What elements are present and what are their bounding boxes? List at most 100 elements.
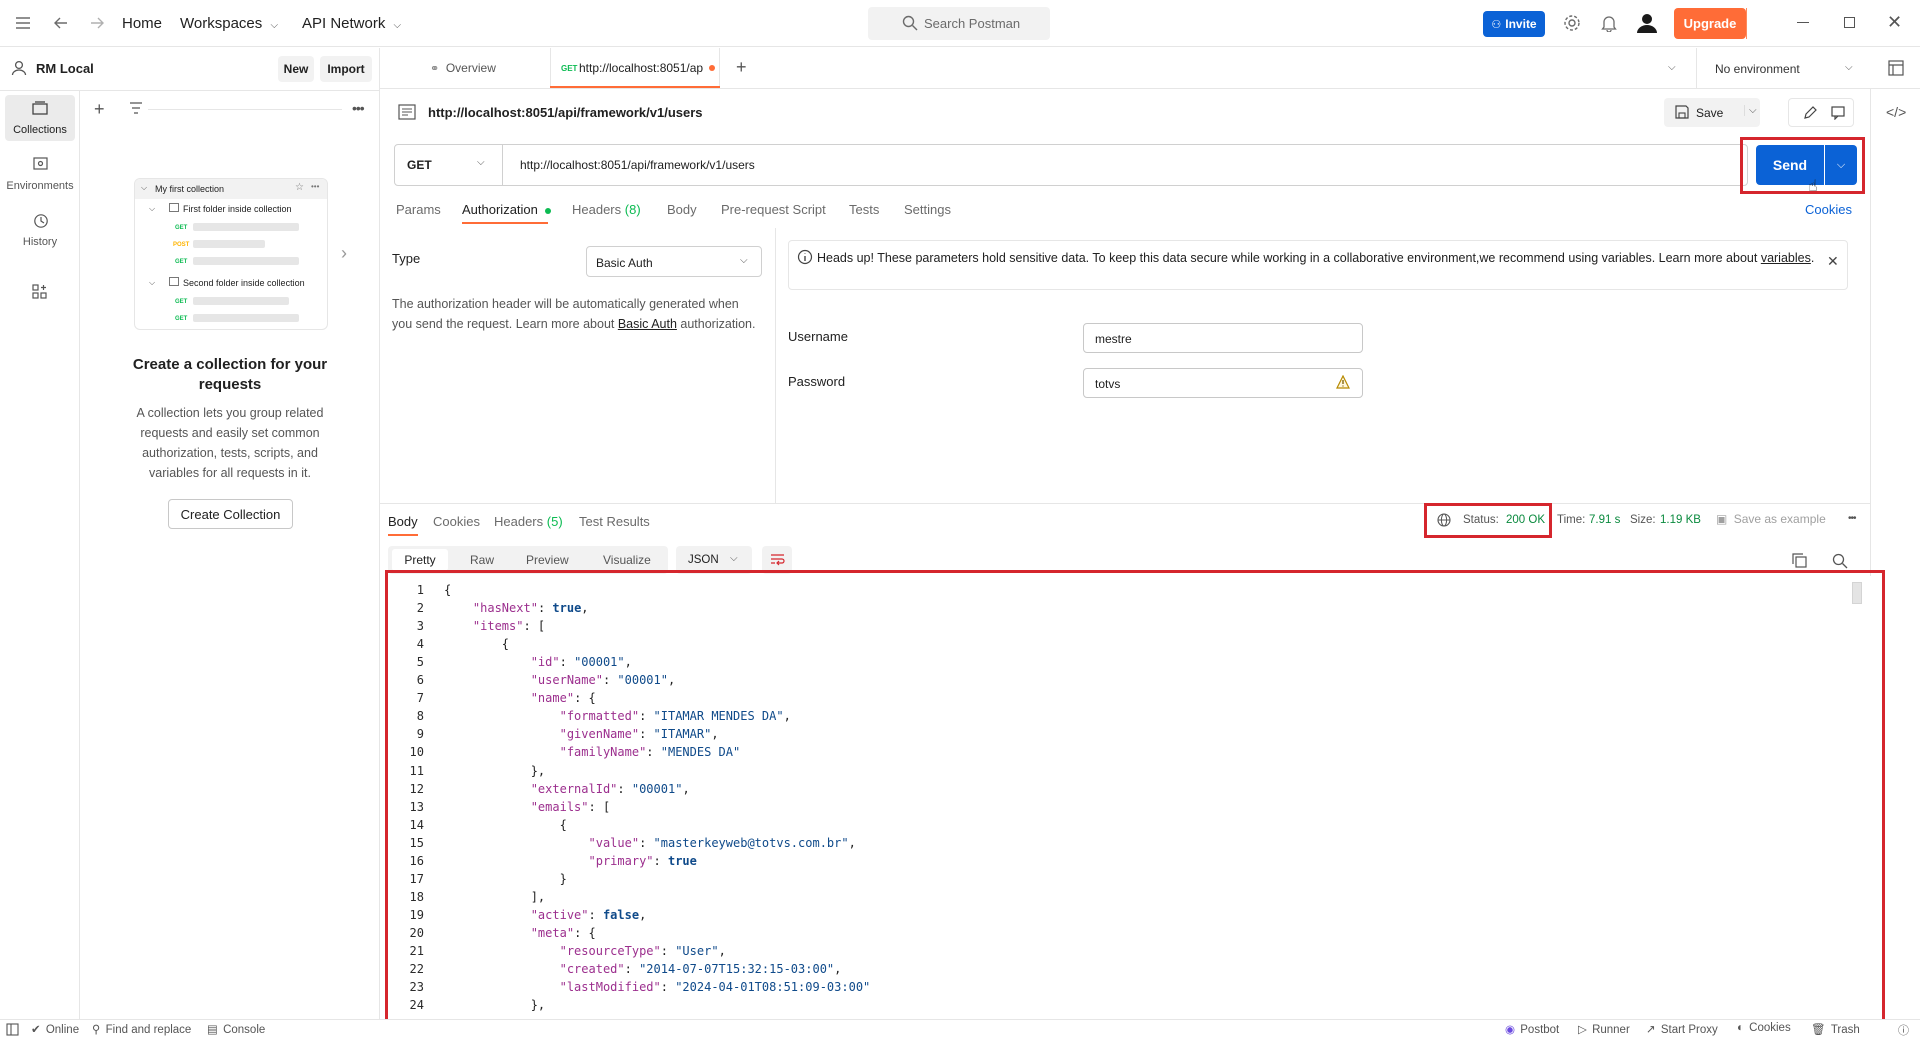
filter-icon[interactable] [129,102,143,117]
line-number: 22 [409,962,424,977]
overview-icon: ⚭ [430,63,440,75]
response-tab-test-results[interactable]: Test Results [579,514,650,529]
find-replace-button[interactable]: ⚲ Find and replace [92,1022,191,1036]
start-proxy-button[interactable]: ↗ Start Proxy [1646,1022,1718,1036]
tabs-dropdown-icon[interactable]: ⌵ [1668,62,1676,73]
environment-selector[interactable]: No environment ⌵ [1696,48,1896,89]
close-icon[interactable]: ✕ [1827,253,1839,270]
more-options-icon[interactable]: ••• [1848,513,1856,524]
tab-overview[interactable]: ⚭ Overview [430,60,496,75]
view-pretty[interactable]: Pretty [392,549,448,571]
tab-overview-label: Overview [445,61,496,75]
console-button[interactable]: ▤ Console [207,1022,265,1036]
bell-icon[interactable] [1601,14,1617,35]
save-as-example-button[interactable]: ▣ Save as example [1716,512,1826,526]
view-raw[interactable]: Raw [470,553,494,567]
menu-icon[interactable] [14,14,32,32]
preview-skeleton-line [193,297,289,305]
response-tab-cookies[interactable]: Cookies [433,514,480,529]
tab-headers[interactable]: Headers (8) [572,202,641,217]
workspaces-menu[interactable]: Workspaces ⌵ [180,15,278,32]
code-line: "active": false, [530,907,647,922]
postbot-button[interactable]: ◉ Postbot [1505,1022,1559,1036]
workspace-name[interactable]: RM Local [36,61,94,76]
create-collection-button[interactable]: Create Collection [168,499,293,529]
configure-sidebar-icon[interactable] [32,284,47,302]
avatar[interactable] [1636,12,1658,37]
notice-text: Heads up! These parameters hold sensitiv… [817,249,1817,267]
username-field[interactable]: mestre [1083,323,1363,353]
auth-type-select[interactable]: Basic Auth ⌵ [586,246,762,277]
variables-link[interactable]: variables [1761,251,1811,265]
new-button[interactable]: New [278,56,314,82]
folder-icon [169,277,179,286]
collection-search-input[interactable] [148,109,342,110]
time-value[interactable]: 7.91 s [1589,514,1620,526]
sidebar-item-label: Collections [13,124,67,136]
minimize-icon[interactable] [1797,22,1809,23]
environment-quick-look-icon[interactable] [1888,60,1904,79]
more-options-icon[interactable]: ••• [352,100,365,116]
upgrade-button[interactable]: Upgrade [1674,8,1746,39]
url-input[interactable]: http://localhost:8051/api/framework/v1/u… [520,158,755,172]
home-link[interactable]: Home [122,15,162,32]
trash-label: Trash [1830,1024,1860,1036]
add-collection-icon[interactable]: + [94,99,105,120]
size-value[interactable]: 1.19 KB [1660,514,1701,526]
save-as-example-label: Save as example [1733,512,1826,526]
line-number: 12 [409,781,424,796]
chevron-down-icon: ⌵ [149,278,156,287]
save-label: Save [1696,106,1724,120]
preview-method-post: POST [173,242,190,248]
new-tab-icon[interactable]: + [736,57,747,78]
tab-tests[interactable]: Tests [849,202,879,217]
tab-request[interactable]: GET http://localhost:8051/ap [550,48,720,89]
sidebar-item-collections[interactable]: Collections [5,95,75,141]
cookies-link[interactable]: Cookies [1805,202,1852,217]
gear-icon[interactable] [1563,14,1581,35]
import-button[interactable]: Import [320,56,372,82]
proxy-icon: ↗ [1646,1024,1656,1036]
tab-prerequest[interactable]: Pre-request Script [721,202,826,217]
invite-button[interactable]: ⚇ Invite [1483,11,1545,37]
tab-params[interactable]: Params [396,202,441,217]
sidebar-item-environments[interactable]: Environments [5,152,75,198]
chevron-right-icon[interactable]: › [341,243,347,264]
close-icon[interactable]: ✕ [1887,12,1902,33]
cursor-hand-icon: ☝ [1808,178,1818,195]
maximize-icon[interactable] [1844,17,1855,28]
tab-settings[interactable]: Settings [904,202,951,217]
runner-button[interactable]: ▷ Runner [1578,1022,1630,1036]
edit-button[interactable] [1788,98,1854,127]
copy-icon[interactable] [1792,553,1807,571]
api-network-menu[interactable]: API Network ⌵ [302,15,401,32]
method-select[interactable]: GET ⌵ [395,145,503,185]
code-snippet-icon[interactable]: </> [1886,104,1906,120]
view-preview[interactable]: Preview [526,553,569,567]
password-field[interactable]: totvs [1083,368,1363,398]
basic-auth-link[interactable]: Basic Auth [618,317,677,331]
trash-button[interactable]: 🗑 Trash [1811,1022,1860,1036]
toggle-sidebar-icon[interactable] [6,1023,19,1039]
code-line: "userName": "00001", [530,673,676,688]
tab-authorization[interactable]: Authorization [462,202,551,217]
online-status[interactable]: ✔ Online [31,1022,79,1036]
cookies-button[interactable]: ◐ Cookies [1737,1022,1791,1034]
preview-folder-2: Second folder inside collection [183,278,305,288]
response-tab-headers[interactable]: Headers (5) [494,514,563,529]
chevron-down-icon: ⌵ [393,20,402,31]
view-visualize[interactable]: Visualize [603,553,651,567]
tab-body[interactable]: Body [667,202,697,217]
save-button[interactable]: Save ⌵ [1664,98,1760,127]
back-arrow-icon[interactable] [52,14,70,32]
upgrade-menu-button[interactable] [1746,8,1747,39]
response-active-tab-indicator [388,534,418,536]
response-tab-body[interactable]: Body [388,514,418,529]
sidebar-item-history[interactable]: History [5,208,75,254]
code-line: "items": [ [472,619,546,634]
help-icon[interactable]: ⓘ [1898,1022,1909,1038]
request-name[interactable]: http://localhost:8051/api/framework/v1/u… [428,105,703,120]
forward-arrow-icon[interactable] [88,14,106,32]
search-input[interactable]: Search Postman [868,7,1050,40]
save-icon [1675,105,1689,122]
